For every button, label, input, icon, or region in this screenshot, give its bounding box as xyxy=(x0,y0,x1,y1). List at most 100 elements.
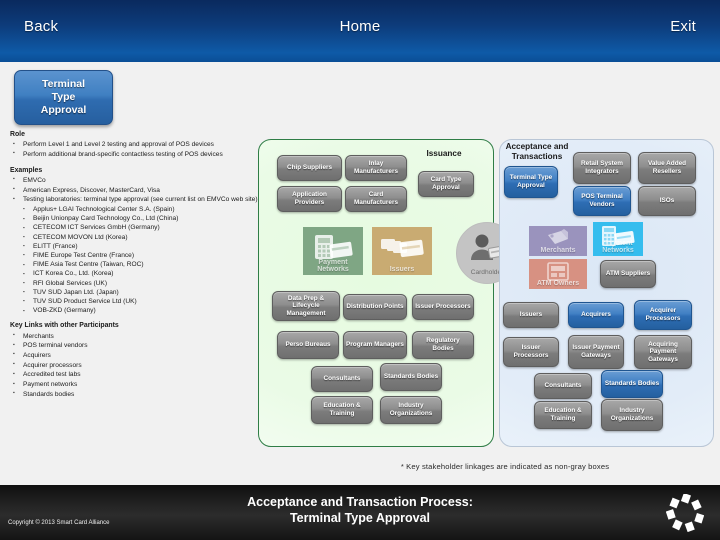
node-label: Retail System Integrators xyxy=(581,160,623,175)
footer-bar: Acceptance and Transaction Process: Term… xyxy=(0,485,720,540)
list-item: TUV SUD Japan Ltd. (Japan) xyxy=(21,287,260,297)
node-consultants-acceptance[interactable]: Consultants xyxy=(534,373,592,399)
node-label: Issuers xyxy=(519,311,543,319)
exit-button[interactable]: Exit xyxy=(670,18,696,35)
node-issuer-processors[interactable]: Issuer Processors xyxy=(412,294,474,320)
node-label: Acquirers xyxy=(581,311,611,319)
acceptance-caption: Acceptance and Transactions xyxy=(496,142,578,162)
node-application-providers[interactable]: Application Providers xyxy=(277,186,342,212)
tile-merchants[interactable]: Merchants xyxy=(529,226,587,256)
node-consultants[interactable]: Consultants xyxy=(311,366,373,392)
page-title-chip: Terminal Type Approval xyxy=(14,70,113,125)
node-label: Acquirer Processors xyxy=(645,307,681,322)
examples-list: EMVCo American Express, Discover, Master… xyxy=(10,175,260,205)
node-regulatory-bodies[interactable]: Regulatory Bodies xyxy=(412,331,474,359)
node-label: Application Providers xyxy=(292,191,327,206)
node-issuer-payment-gateways[interactable]: Issuer Payment Gateways xyxy=(568,335,624,369)
node-issuer-processors-acceptance[interactable]: Issuer Processors xyxy=(503,337,559,367)
issuance-caption: Issuance xyxy=(426,149,462,158)
tile-issuers[interactable]: Issuers xyxy=(372,227,432,275)
node-label: Education & Training xyxy=(323,402,361,417)
node-label: Value Added Resellers xyxy=(647,160,687,175)
node-perso-bureaus[interactable]: Perso Bureaus xyxy=(277,331,339,359)
node-data-prep-lifecycle-management[interactable]: Data Prep & Lifecycle Management xyxy=(272,291,340,321)
test-labs-list: Applus+ LGAI Technological Center S.A. (… xyxy=(21,204,260,315)
node-label: Chip Suppliers xyxy=(286,164,333,172)
node-terminal-type-approval[interactable]: Terminal Type Approval xyxy=(504,166,558,198)
node-industry-organizations[interactable]: Industry Organizations xyxy=(380,396,442,424)
page-title-line3: Approval xyxy=(40,104,87,116)
role-info-panel: Role Perform Level 1 and Level 2 testing… xyxy=(10,130,260,470)
page-title-line1: Terminal xyxy=(42,78,85,90)
node-label: Industry Organizations xyxy=(389,402,433,417)
node-label: Education & Training xyxy=(544,407,582,422)
list-item: FIME Asia Test Centre (Taiwan, ROC) xyxy=(21,260,260,269)
node-industry-organizations-acceptance[interactable]: Industry Organizations xyxy=(601,399,663,431)
slide-root: Back Home Exit Terminal Type Approval Ro… xyxy=(0,0,720,540)
list-item: Payment networks xyxy=(10,380,260,389)
list-item: RFI Global Services (UK) xyxy=(21,278,260,288)
tile-payment-networks-cyan[interactable]: Payment Networks xyxy=(593,222,643,256)
list-item: ICT Korea Co., Ltd. (Korea) xyxy=(21,269,260,278)
page-title-line2: Type xyxy=(51,91,76,103)
node-label: Issuer Processors xyxy=(513,344,549,359)
node-label: Issuer Processors xyxy=(415,303,471,311)
list-item: TUV SUD Product Service Ltd (UK) xyxy=(21,296,260,306)
list-item: Beijin Unionpay Card Technology Co., Ltd… xyxy=(21,214,260,223)
list-item: FIME Europe Test Centre (France) xyxy=(21,250,260,260)
node-chip-suppliers[interactable]: Chip Suppliers xyxy=(277,155,342,181)
key-links-list: Merchants POS terminal vendors Acquirers… xyxy=(10,331,260,399)
node-label: ATM Suppliers xyxy=(605,270,651,278)
footer-title-line1: Acceptance and Transaction Process: xyxy=(247,495,473,509)
list-item: CETECOM MOVON Ltd (Korea) xyxy=(21,232,260,242)
home-button[interactable]: Home xyxy=(0,18,720,35)
role-heading: Role xyxy=(10,131,25,138)
node-label: Issuer Payment Gateways xyxy=(572,344,620,359)
list-item: ELITT (France) xyxy=(21,241,260,251)
list-item: CETECOM ICT Services GmbH (Germany) xyxy=(21,223,260,232)
node-distribution-points[interactable]: Distribution Points xyxy=(343,294,407,320)
smart-card-alliance-logo-icon xyxy=(666,494,704,532)
key-links-heading: Key Links with other Participants xyxy=(10,322,119,330)
node-label: Distribution Points xyxy=(346,303,404,311)
node-label: ISOs xyxy=(659,197,675,205)
list-item: Acquirer processors xyxy=(10,360,260,370)
node-card-type-approval[interactable]: Card Type Approval xyxy=(418,171,474,197)
examples-heading: Examples xyxy=(10,166,43,174)
node-label: Standards Bodies xyxy=(383,373,439,381)
node-atm-suppliers[interactable]: ATM Suppliers xyxy=(600,260,656,288)
list-item: Standards bodies xyxy=(10,389,260,399)
node-card-manufacturers[interactable]: Card Manufacturers xyxy=(345,186,407,212)
tile-payment-networks-green[interactable]: Payment Networks xyxy=(303,227,363,275)
list-item: Acquirers xyxy=(10,350,260,360)
node-standards-bodies-acceptance[interactable]: Standards Bodies xyxy=(601,370,663,398)
list-item: Testing laboratories: terminal type appr… xyxy=(10,195,260,204)
node-label: Acquiring Payment Gateways xyxy=(648,340,678,363)
node-standards-bodies[interactable]: Standards Bodies xyxy=(380,363,442,391)
node-acquiring-payment-gateways[interactable]: Acquiring Payment Gateways xyxy=(634,335,692,369)
node-label: Card Type Approval xyxy=(430,176,462,191)
node-pos-terminal-vendors[interactable]: POS Terminal Vendors xyxy=(573,186,631,216)
node-label: Regulatory Bodies xyxy=(426,337,460,352)
node-label: Data Prep & Lifecycle Management xyxy=(286,294,326,317)
list-item: Perform Level 1 and Level 2 testing and … xyxy=(10,140,260,149)
node-education-training-acceptance[interactable]: Education & Training xyxy=(534,401,592,429)
node-education-training[interactable]: Education & Training xyxy=(311,396,373,424)
node-acquirer-processors[interactable]: Acquirer Processors xyxy=(634,300,692,330)
copyright-text: Copyright © 2013 Smart Card Alliance xyxy=(8,520,110,526)
list-item: Merchants xyxy=(10,331,260,341)
tile-atm-owners[interactable]: ATM Owners xyxy=(529,259,587,289)
node-label: Consultants xyxy=(323,375,361,383)
node-label: Perso Bureaus xyxy=(285,341,331,349)
node-inlay-manufacturers[interactable]: Inlay Manufacturers xyxy=(345,155,407,181)
node-acquirers[interactable]: Acquirers xyxy=(568,302,624,328)
list-item: American Express, Discover, MasterCard, … xyxy=(10,185,260,195)
node-value-added-resellers[interactable]: Value Added Resellers xyxy=(638,152,696,184)
node-issuers[interactable]: Issuers xyxy=(503,302,559,328)
node-program-managers[interactable]: Program Managers xyxy=(343,331,407,359)
node-retail-system-integrators[interactable]: Retail System Integrators xyxy=(573,152,631,184)
list-item: Perform additional brand-specific contac… xyxy=(10,149,260,159)
list-item: VOB-ZKD (Germany) xyxy=(21,306,260,315)
list-item: Applus+ LGAI Technological Center S.A. (… xyxy=(21,204,260,214)
node-isos[interactable]: ISOs xyxy=(638,186,696,216)
